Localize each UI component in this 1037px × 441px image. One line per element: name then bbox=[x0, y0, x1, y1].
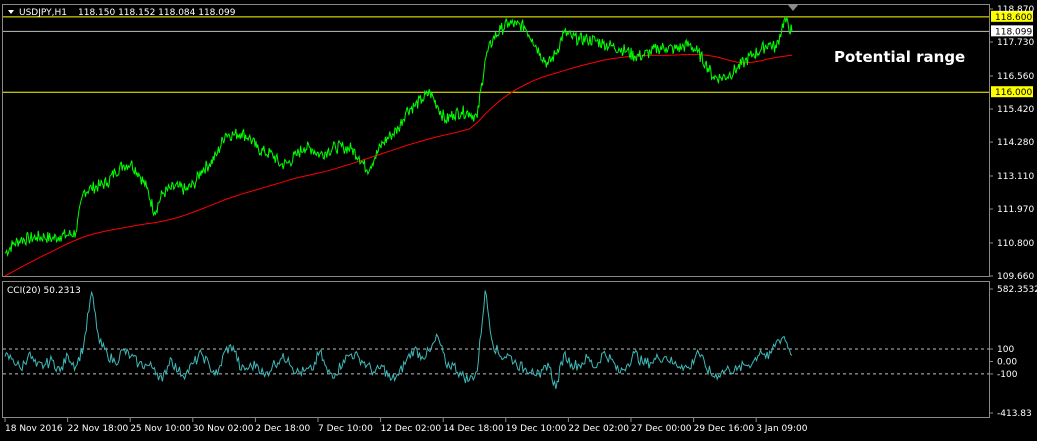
time-tick-label: 2 Dec 18:00 bbox=[255, 424, 310, 434]
cci-tick-label: 100 bbox=[997, 345, 1014, 355]
time-tick-label: 30 Nov 02:00 bbox=[193, 424, 254, 434]
price-tick-label: 118.870 bbox=[997, 5, 1034, 15]
time-tick-label: 22 Dec 02:00 bbox=[568, 424, 629, 434]
price-tick-label: 117.730 bbox=[997, 38, 1034, 48]
price-tick-label: 115.420 bbox=[997, 105, 1034, 115]
time-tick-label: 19 Dec 10:00 bbox=[506, 424, 567, 434]
cci-tick-label: 582.3532 bbox=[997, 285, 1037, 295]
chart-window: 118.600116.000118.099 118.870117.730116.… bbox=[0, 0, 1037, 441]
time-tick-label: 22 Nov 18:00 bbox=[68, 424, 129, 434]
ohlc-values: 118.150 118.152 118.084 118.099 bbox=[78, 8, 236, 18]
cci-tick-label: -100 bbox=[997, 370, 1018, 380]
price-tick-label: 116.560 bbox=[997, 72, 1034, 82]
time-tick-label: 25 Nov 10:00 bbox=[130, 424, 191, 434]
time-tick-label: 14 Dec 18:00 bbox=[443, 424, 504, 434]
time-tick-label: 29 Dec 16:00 bbox=[694, 424, 755, 434]
chart-header: USDJPY,H1 118.150 118.152 118.084 118.09… bbox=[8, 8, 236, 18]
potential-range-annotation: Potential range bbox=[834, 48, 965, 66]
symbol-label: USDJPY,H1 bbox=[19, 8, 67, 18]
price-tick-label: 113.110 bbox=[997, 172, 1034, 182]
price-tick-label: 109.660 bbox=[997, 272, 1034, 282]
level-price-label: 116.000 bbox=[995, 88, 1032, 98]
current-price-label: 118.099 bbox=[995, 27, 1032, 37]
cci-header: CCI(20) 50.2313 bbox=[7, 286, 81, 296]
price-tick-label: 114.280 bbox=[997, 138, 1034, 148]
time-tick-label: 7 Dec 10:00 bbox=[318, 424, 373, 434]
time-tick-label: 3 Jan 09:00 bbox=[756, 424, 808, 434]
time-tick-label: 18 Nov 2016 bbox=[5, 424, 63, 434]
price-tick-label: 111.970 bbox=[997, 205, 1034, 215]
cci-tick-label: 0.00 bbox=[997, 357, 1017, 367]
time-tick-label: 12 Dec 02:00 bbox=[381, 424, 442, 434]
price-tick-label: 110.800 bbox=[997, 239, 1034, 249]
cci-tick-label: -413.83 bbox=[997, 409, 1032, 419]
time-tick-label: 27 Dec 00:00 bbox=[631, 424, 692, 434]
